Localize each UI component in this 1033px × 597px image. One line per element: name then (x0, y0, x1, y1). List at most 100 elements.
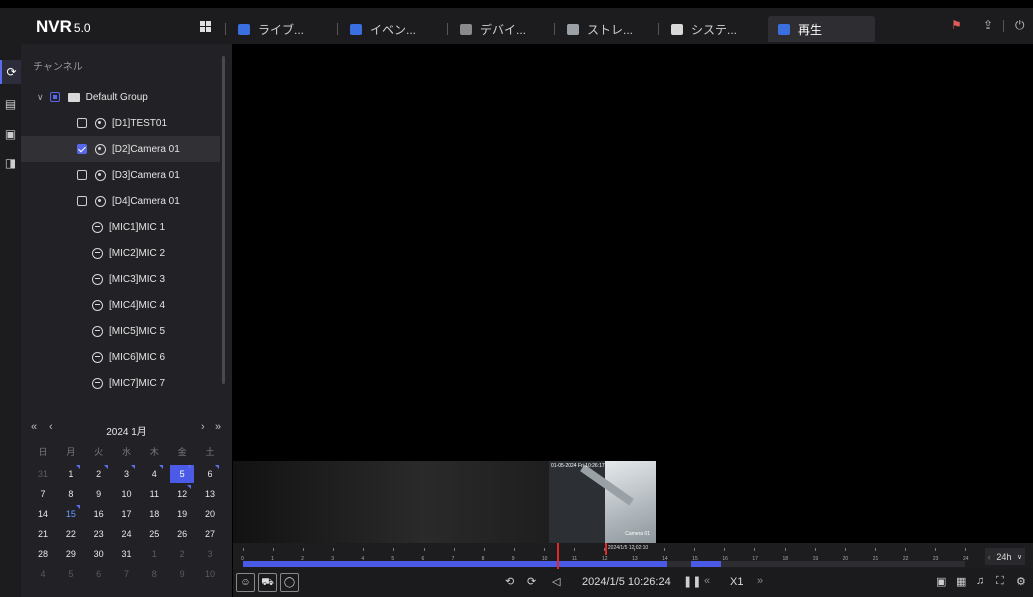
calendar-day[interactable]: 9 (170, 565, 194, 583)
calendar-day[interactable]: 5 (59, 565, 83, 583)
calendar-day[interactable]: 10 (198, 565, 222, 583)
calendar-day[interactable]: 9 (87, 485, 111, 503)
calendar-day[interactable]: 12 (170, 485, 194, 503)
channel-row[interactable]: [D1]TEST01 (21, 110, 220, 136)
calendar-day[interactable]: 25 (142, 525, 166, 543)
calendar-day[interactable]: 10 (114, 485, 138, 503)
reverse-play-icon[interactable]: ◁ (552, 575, 560, 588)
calendar-day[interactable]: 26 (170, 525, 194, 543)
timeline-range-selector[interactable]: ‹ 24h ∨ (985, 548, 1025, 565)
calendar-day[interactable]: 1 (59, 465, 83, 483)
tab-gear[interactable]: システ... (658, 16, 761, 42)
calendar-day[interactable]: 16 (87, 505, 111, 523)
channel-row[interactable]: [D4]Camera 01 (21, 188, 220, 214)
channel-checkbox[interactable] (77, 118, 87, 128)
calendar-day[interactable]: 7 (31, 485, 55, 503)
channel-checkbox[interactable] (77, 196, 87, 206)
calendar-day[interactable]: 7 (114, 565, 138, 583)
next-month-icon[interactable]: › (201, 421, 205, 433)
calendar-day[interactable]: 4 (142, 465, 166, 483)
calendar-day[interactable]: 28 (31, 545, 55, 563)
power-icon[interactable]: ⏻ (1015, 18, 1025, 33)
mic-row[interactable]: [MIC4]MIC 4 (21, 292, 220, 318)
split-screen-icon[interactable]: ▦ (956, 575, 966, 588)
calendar-day[interactable]: 30 (87, 545, 111, 563)
range-prev-icon[interactable]: ‹ (988, 552, 991, 562)
calendar-day[interactable]: 6 (87, 565, 111, 583)
fullscreen-icon[interactable]: ⛶ (996, 575, 1004, 588)
group-row[interactable]: ∨ Default Group (21, 84, 220, 110)
calendar-day[interactable]: 23 (87, 525, 111, 543)
tab-live-view[interactable]: ライブ... (225, 16, 333, 42)
calendar-day[interactable]: 3 (198, 545, 222, 563)
channel-checkbox[interactable] (77, 170, 87, 180)
range-dropdown-icon[interactable]: ∨ (1017, 553, 1022, 561)
speed-up-icon[interactable]: » (757, 575, 763, 587)
calendar-day[interactable]: 17 (114, 505, 138, 523)
skip-back-icon[interactable]: ⟲ (505, 575, 514, 588)
tab-device-camera[interactable]: デバイ... (447, 16, 555, 42)
tab-playback[interactable]: 再生 (768, 16, 875, 42)
calendar-day[interactable]: 19 (170, 505, 194, 523)
playback-timeline[interactable]: 0 1 2 3 4 5 6 7 8 9 10 11 12 13 14 15 16 17 18 19 20 21 22 23 24… (233, 543, 1033, 569)
recording-bar[interactable] (243, 561, 965, 567)
video-window[interactable] (233, 44, 1033, 461)
calendar-day[interactable]: 2 (87, 465, 111, 483)
channel-row[interactable]: [D2]Camera 01 (21, 136, 220, 162)
next-year-icon[interactable]: » (215, 421, 221, 433)
slow-down-icon[interactable]: « (704, 575, 710, 587)
alarm-notification-icon[interactable]: ⚑ (951, 18, 962, 32)
calendar-day[interactable]: 21 (31, 525, 55, 543)
channel-row[interactable]: [D3]Camera 01 (21, 162, 220, 188)
calendar-day[interactable]: 1 (142, 545, 166, 563)
channel-checkbox[interactable] (77, 144, 87, 154)
clip-icon[interactable]: ▣ (936, 575, 946, 588)
calendar-day[interactable]: 27 (198, 525, 222, 543)
timeline-cursor[interactable] (557, 543, 560, 569)
vehicle-search-icon[interactable]: ⛟ (258, 573, 277, 592)
audio-icon[interactable]: ♫ (976, 575, 984, 587)
calendar-day[interactable]: 8 (142, 565, 166, 583)
mic-row[interactable]: [MIC7]MIC 7 (21, 370, 220, 396)
recording-segment[interactable] (243, 561, 668, 567)
mic-row[interactable]: [MIC5]MIC 5 (21, 318, 220, 344)
calendar-day[interactable]: 29 (59, 545, 83, 563)
app-grid-icon[interactable] (200, 21, 211, 32)
person-search-icon[interactable]: ☺ (236, 573, 255, 592)
calendar-day[interactable]: 14 (31, 505, 55, 523)
calendar-day[interactable]: 31 (114, 545, 138, 563)
calendar-day[interactable]: 15 (59, 505, 83, 523)
calendar-day[interactable]: 3 (114, 465, 138, 483)
recording-segment[interactable] (691, 561, 722, 567)
calendar-day[interactable]: 5 (170, 465, 195, 483)
channel-list-scrollbar[interactable] (222, 56, 225, 384)
group-checkbox[interactable] (49, 92, 60, 102)
calendar-day[interactable]: 31 (31, 465, 55, 483)
mic-row[interactable]: [MIC3]MIC 3 (21, 266, 220, 292)
nav-playback-icon[interactable]: ⟳ (0, 60, 21, 84)
settings-icon[interactable]: ⚙ (1016, 575, 1026, 588)
calendar-day[interactable]: 22 (59, 525, 83, 543)
nav-event-icon[interactable]: ▤ (0, 92, 21, 116)
calendar-day[interactable]: 13 (198, 485, 222, 503)
thumbnail-preview[interactable]: 01-05-2024 Fri 10:26:17 Camera 01 (549, 461, 656, 543)
tag-search-icon[interactable]: ◯ (280, 573, 299, 592)
tab-storage[interactable]: ストレ... (554, 16, 657, 42)
export-icon[interactable]: ⇪ (983, 18, 993, 32)
calendar-day[interactable]: 20 (198, 505, 222, 523)
calendar-day[interactable]: 8 (59, 485, 83, 503)
calendar-day[interactable]: 24 (114, 525, 138, 543)
calendar-day[interactable]: 2 (170, 545, 194, 563)
chevron-down-icon[interactable]: ∨ (37, 92, 44, 103)
calendar-day[interactable]: 11 (142, 485, 166, 503)
skip-forward-icon[interactable]: ⟳ (527, 575, 536, 588)
nav-backup-icon[interactable]: ◨ (0, 151, 21, 175)
tab-event[interactable]: イベン... (337, 16, 445, 42)
pause-icon[interactable]: ❚❚ (683, 575, 701, 588)
mic-row[interactable]: [MIC1]MIC 1 (21, 214, 220, 240)
nav-smart-icon[interactable]: ▣ (0, 122, 21, 146)
mic-row[interactable]: [MIC2]MIC 2 (21, 240, 220, 266)
calendar-day[interactable]: 6 (198, 465, 222, 483)
calendar-day[interactable]: 18 (142, 505, 166, 523)
calendar-day[interactable]: 4 (31, 565, 55, 583)
